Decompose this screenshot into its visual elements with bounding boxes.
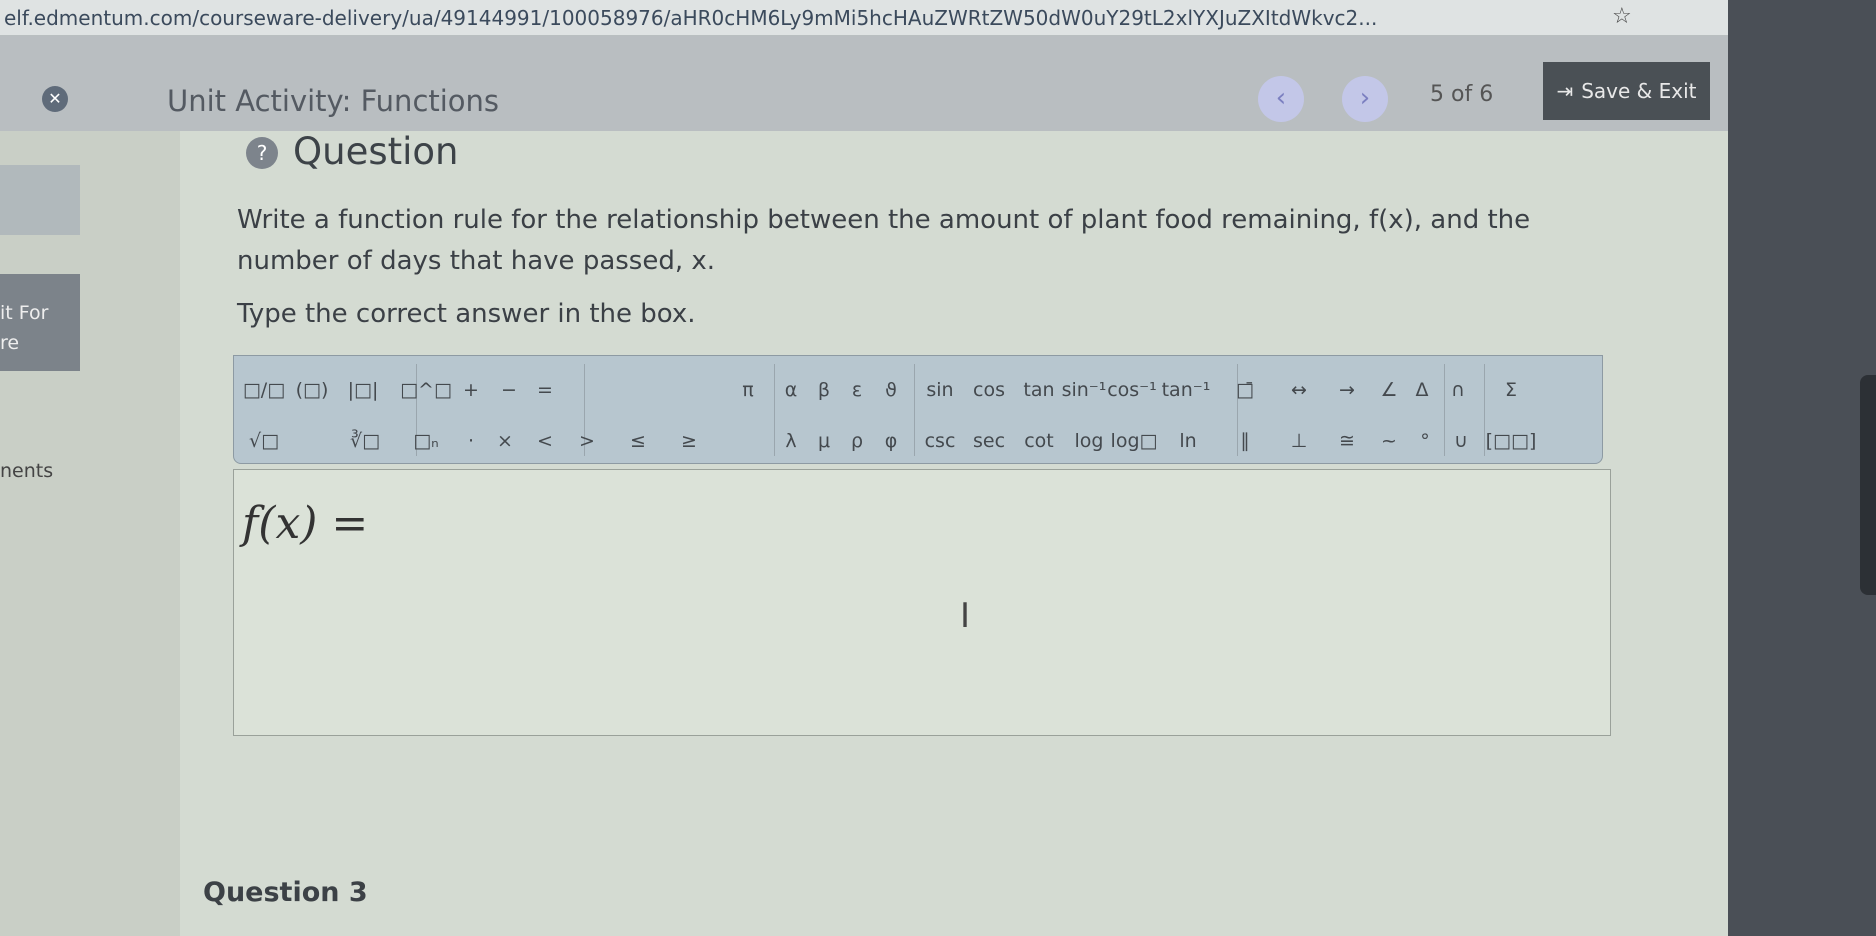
toolbar-button[interactable]: ∥ bbox=[1240, 430, 1250, 452]
previous-button[interactable]: ‹ bbox=[1258, 76, 1304, 122]
math-toolbar: □/□ (□) |□| □^□ + − = π α β ε ϑ sin cos tan sin⁻¹ cos⁻¹ t… bbox=[233, 355, 1603, 464]
page-counter: 5 of 6 bbox=[1430, 82, 1494, 107]
instruction: Type the correct answer in the box. bbox=[237, 299, 696, 329]
function-prefix: f(x) = bbox=[242, 498, 369, 549]
toolbar-button[interactable]: Δ bbox=[1416, 379, 1429, 401]
sidebar-line: re bbox=[0, 332, 20, 354]
text-cursor-icon: I bbox=[960, 596, 971, 636]
prompt-line: Write a function rule for the relationsh… bbox=[237, 205, 1531, 235]
toolbar-button[interactable]: · bbox=[468, 430, 474, 452]
chevron-right-icon: › bbox=[1359, 83, 1371, 113]
toolbar-button[interactable]: λ bbox=[785, 430, 796, 452]
toolbar-button[interactable]: (□) bbox=[296, 379, 329, 401]
toolbar-button[interactable]: ∩ bbox=[1451, 379, 1465, 401]
sidebar-panel[interactable]: it For re bbox=[0, 274, 80, 371]
toolbar-button[interactable]: log bbox=[1075, 430, 1104, 452]
toolbar-button[interactable]: ∠ bbox=[1380, 379, 1397, 401]
toolbar-button[interactable]: ln bbox=[1179, 430, 1196, 452]
toolbar-button[interactable]: < bbox=[537, 430, 553, 452]
toolbar-button[interactable]: |□| bbox=[348, 379, 379, 401]
toolbar-button[interactable]: √□ bbox=[249, 430, 279, 452]
toolbar-button[interactable]: μ bbox=[818, 430, 830, 452]
screen-bezel bbox=[1728, 0, 1876, 936]
toolbar-button[interactable]: + bbox=[463, 379, 479, 401]
toolbar-button[interactable]: □̄ bbox=[1236, 379, 1254, 401]
toolbar-button[interactable]: tan bbox=[1023, 379, 1054, 401]
toolbar-button[interactable]: cos bbox=[973, 379, 1005, 401]
bookmark-star-icon[interactable]: ☆ bbox=[1612, 4, 1632, 29]
page-title: Unit Activity: Functions bbox=[167, 84, 500, 118]
toolbar-button[interactable]: ε bbox=[852, 379, 862, 401]
toolbar-button[interactable]: log□ bbox=[1111, 430, 1158, 452]
next-question-heading: Question 3 bbox=[203, 877, 368, 908]
question-heading: Question bbox=[293, 130, 459, 173]
toolbar-button[interactable]: α bbox=[785, 379, 798, 401]
toolbar-button[interactable]: sin⁻¹ bbox=[1062, 379, 1107, 401]
toolbar-button[interactable]: ≤ bbox=[630, 430, 646, 452]
prompt-line: number of days that have passed, x. bbox=[237, 246, 716, 276]
toolbar-button[interactable]: = bbox=[537, 379, 553, 401]
scrollbar[interactable] bbox=[1860, 375, 1876, 595]
toolbar-button[interactable]: × bbox=[497, 430, 513, 452]
toolbar-button[interactable]: ∪ bbox=[1454, 430, 1468, 452]
toolbar-button[interactable]: β bbox=[818, 379, 830, 401]
toolbar-button[interactable]: tan⁻¹ bbox=[1162, 379, 1211, 401]
save-exit-label: Save & Exit bbox=[1581, 79, 1697, 103]
toolbar-button[interactable]: ≅ bbox=[1339, 430, 1355, 452]
toolbar-button[interactable]: > bbox=[579, 430, 595, 452]
toolbar-button[interactable]: □/□ bbox=[243, 379, 285, 401]
answer-input[interactable] bbox=[233, 469, 1611, 736]
toolbar-button[interactable]: → bbox=[1339, 379, 1355, 401]
toolbar-button[interactable]: Σ bbox=[1505, 379, 1517, 401]
toolbar-button[interactable]: □ₙ bbox=[413, 430, 439, 452]
toolbar-button[interactable]: ϑ bbox=[885, 379, 897, 401]
sidebar-block bbox=[0, 165, 80, 235]
toolbar-button[interactable]: ~ bbox=[1381, 430, 1397, 452]
toolbar-button[interactable]: ≥ bbox=[681, 430, 697, 452]
sidebar-item[interactable]: nents bbox=[0, 460, 53, 482]
toolbar-button[interactable]: cos⁻¹ bbox=[1107, 379, 1157, 401]
toolbar-button[interactable]: ρ bbox=[851, 430, 863, 452]
toolbar-button[interactable]: csc bbox=[925, 430, 956, 452]
toolbar-button[interactable]: sec bbox=[973, 430, 1005, 452]
question-icon: ? bbox=[246, 137, 278, 169]
toolbar-button[interactable]: π bbox=[742, 379, 753, 401]
toolbar-divider bbox=[1237, 364, 1238, 456]
toolbar-button[interactable]: ° bbox=[1420, 430, 1430, 452]
toolbar-button[interactable]: cot bbox=[1024, 430, 1054, 452]
toolbar-button[interactable]: sin bbox=[926, 379, 953, 401]
exit-icon: ⇥ bbox=[1556, 79, 1574, 103]
chevron-left-icon: ‹ bbox=[1275, 83, 1287, 113]
toolbar-button[interactable]: ↔ bbox=[1291, 379, 1307, 401]
toolbar-button[interactable]: ∛□ bbox=[350, 430, 380, 452]
toolbar-divider bbox=[914, 364, 915, 456]
toolbar-button[interactable]: ⊥ bbox=[1291, 430, 1308, 452]
save-exit-button[interactable]: ⇥ Save & Exit bbox=[1543, 62, 1710, 120]
toolbar-button[interactable]: − bbox=[501, 379, 517, 401]
toolbar-button[interactable]: φ bbox=[885, 430, 898, 452]
toolbar-divider bbox=[774, 364, 775, 456]
next-button[interactable]: › bbox=[1342, 76, 1388, 122]
toolbar-button[interactable]: □^□ bbox=[400, 379, 452, 401]
toolbar-divider bbox=[1444, 364, 1445, 456]
sidebar-line: it For bbox=[0, 302, 49, 324]
toolbar-button[interactable]: [□□] bbox=[1486, 430, 1537, 452]
browser-address-bar[interactable]: elf.edmentum.com/courseware-delivery/ua/… bbox=[0, 0, 1876, 36]
close-icon[interactable]: ✕ bbox=[42, 86, 68, 112]
url-text[interactable]: elf.edmentum.com/courseware-delivery/ua/… bbox=[4, 6, 1377, 30]
